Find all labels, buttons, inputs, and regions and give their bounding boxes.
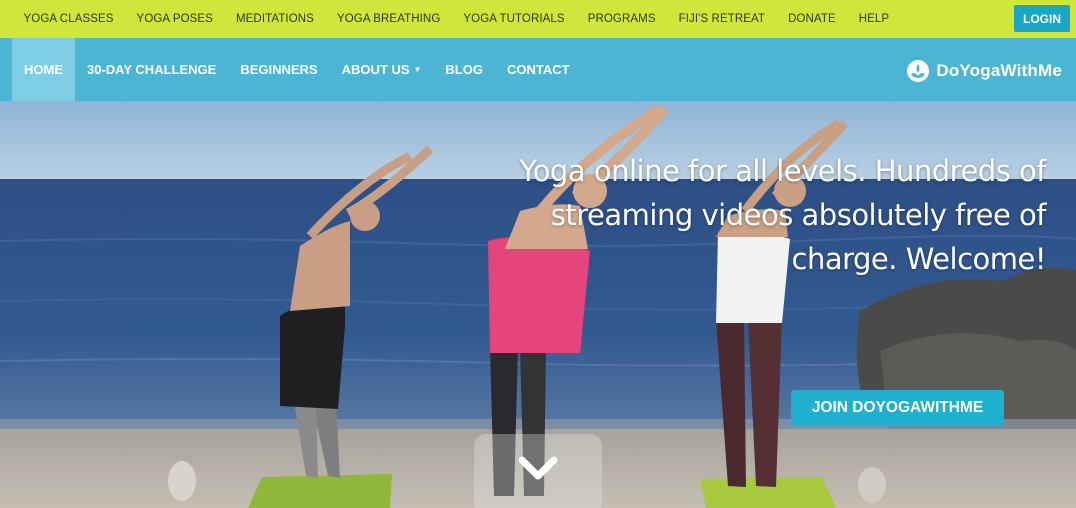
nav-home[interactable]: HOME [12,38,75,101]
toplink-fijis-retreat[interactable]: FIJI'S RETREAT [667,13,776,25]
join-button[interactable]: JOIN DOYOGAWITHME [791,390,1004,426]
nav-contact[interactable]: CONTACT [495,38,582,101]
toplink-yoga-classes[interactable]: YOGA CLASSES [12,13,125,25]
nav-blog[interactable]: BLOG [433,38,495,101]
nav-30-day-challenge[interactable]: 30-DAY CHALLENGE [75,38,228,101]
toplink-yoga-poses[interactable]: YOGA POSES [125,13,224,25]
chevron-down-icon [518,456,558,480]
login-button[interactable]: LOGIN [1014,5,1070,32]
nav-contact-label: CONTACT [506,62,570,77]
top-utility-bar: YOGA CLASSES YOGA POSES MEDITATIONS YOGA… [0,0,1076,38]
hero-section: Yoga online for all levels. Hundreds of … [0,101,1076,508]
brand-name: DoYogaWithMe [936,61,1062,80]
toplink-meditations[interactable]: MEDITATIONS [224,13,325,25]
nav-blog-label: BLOG [445,62,483,77]
toplink-yoga-tutorials[interactable]: YOGA TUTORIALS [452,13,576,25]
nav-beginners-label: BEGINNERS [240,62,318,77]
nav-30-day-challenge-label: 30-DAY CHALLENGE [87,62,217,77]
dropdown-caret-icon: ▼ [413,65,422,74]
scroll-down-button[interactable] [474,434,602,508]
toplink-help[interactable]: HELP [847,13,900,25]
nav-about-us[interactable]: ABOUT US ▼ [330,38,434,101]
toplink-programs[interactable]: PROGRAMS [576,13,667,25]
hero-tagline: Yoga online for all levels. Hundreds of … [519,154,1046,276]
lotus-logo-icon [907,60,930,82]
toplink-donate[interactable]: DONATE [777,13,848,25]
main-nav: HOME 30-DAY CHALLENGE BEGINNERS ABOUT US… [0,38,1076,101]
nav-beginners[interactable]: BEGINNERS [228,38,329,101]
nav-about-us-label: ABOUT US [341,62,410,77]
toplink-yoga-breathing[interactable]: YOGA BREATHING [325,13,451,25]
nav-home-label: HOME [24,62,63,77]
brand-logo[interactable]: DoYogaWithMe [906,59,1062,83]
